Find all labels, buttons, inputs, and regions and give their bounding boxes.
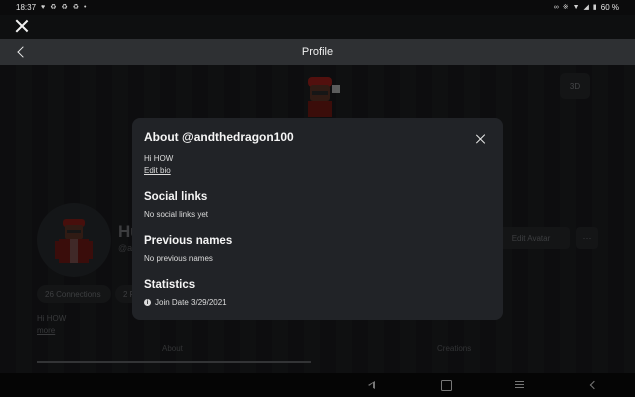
page-title: Profile (301, 46, 334, 58)
hide-keyboard-chevron-icon[interactable] (588, 379, 600, 391)
status-right: ∞ ※ ▼ ◢ ▮ 60 % (554, 3, 619, 12)
sync-icon: ♻ (61, 4, 68, 11)
previous-names-text: No previous names (144, 254, 213, 263)
recents-lines-icon[interactable] (514, 379, 526, 391)
close-icon[interactable] (14, 18, 30, 34)
dialog-title: About @andthedragon100 (144, 130, 294, 144)
join-date-row: i Join Date 3/29/2021 (144, 298, 227, 307)
about-dialog: About @andthedragon100 Hi HOW Edit bio S… (132, 118, 503, 320)
back-triangle-icon[interactable] (366, 379, 378, 391)
system-nav-bar (0, 373, 635, 397)
statistics-heading: Statistics (144, 279, 196, 291)
info-icon: i (144, 299, 151, 306)
bluetooth-icon: ※ (562, 4, 569, 11)
status-bar: 18:37 ♥ ♻ ♻ ♻ • ∞ ※ ▼ ◢ ▮ 60 % (0, 0, 635, 15)
sync-icon: ♻ (50, 4, 57, 11)
dialog-bio: Hi HOW (144, 154, 174, 163)
battery-level: 60 % (600, 3, 619, 12)
edit-bio-link[interactable]: Edit bio (144, 166, 171, 175)
message-icon: ♥ (41, 4, 46, 11)
home-square-icon[interactable] (440, 379, 452, 391)
close-icon[interactable] (475, 133, 487, 145)
battery-icon: ▮ (592, 4, 597, 11)
status-time: 18:37 (16, 3, 37, 12)
dot-icon: • (84, 4, 87, 11)
back-chevron-icon[interactable] (14, 45, 28, 59)
join-date-text: Join Date 3/29/2021 (155, 298, 227, 307)
social-links-text: No social links yet (144, 210, 209, 219)
wifi-icon: ▼ (572, 4, 580, 11)
signal-icon: ◢ (583, 4, 589, 11)
status-left: 18:37 ♥ ♻ ♻ ♻ • (16, 3, 86, 12)
app-header: Profile (0, 39, 635, 65)
sync-icon: ♻ (72, 4, 80, 11)
social-links-heading: Social links (144, 191, 208, 203)
infinity-icon: ∞ (553, 4, 559, 11)
previous-names-heading: Previous names (144, 235, 233, 247)
top-close-bar (0, 15, 635, 39)
